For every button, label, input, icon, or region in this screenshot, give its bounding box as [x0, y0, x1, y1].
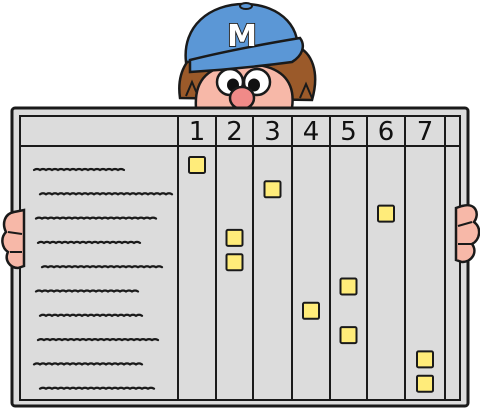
task-line [38, 313, 144, 318]
column-header-7: 7 [417, 117, 434, 147]
sticky-note [188, 156, 206, 174]
column-header-6: 6 [378, 117, 395, 147]
column-header-2: 2 [226, 117, 243, 147]
task-line [32, 167, 126, 172]
board: 1234567 [10, 106, 470, 408]
nose [228, 85, 256, 111]
cap-button [239, 2, 253, 10]
column-header-4: 4 [303, 117, 320, 147]
illustration: M 1234567 [0, 0, 480, 412]
sticky-note [339, 326, 358, 345]
task-line [36, 338, 160, 342]
sticky-note [302, 301, 320, 320]
sticky-note [416, 374, 434, 393]
left-hand [1, 208, 26, 270]
sticky-note [263, 180, 282, 199]
sticky-note [377, 204, 395, 223]
right-hand [454, 203, 480, 264]
task-line [34, 216, 158, 220]
task-line [36, 240, 142, 245]
sticky-note [225, 228, 244, 247]
task-line [34, 289, 140, 293]
board-illustration: M 1234567 [1, 2, 480, 408]
task-line [40, 265, 164, 269]
cap-letter: M [227, 19, 257, 54]
column-header-1: 1 [189, 117, 206, 147]
cap: M [184, 2, 304, 74]
task-line [38, 386, 156, 391]
sticky-note [339, 277, 358, 296]
task-line [38, 192, 174, 196]
sticky-note [416, 350, 434, 369]
sticky-note [225, 253, 244, 272]
task-line [32, 362, 144, 366]
column-header-5: 5 [340, 117, 357, 147]
column-header-3: 3 [264, 117, 281, 147]
